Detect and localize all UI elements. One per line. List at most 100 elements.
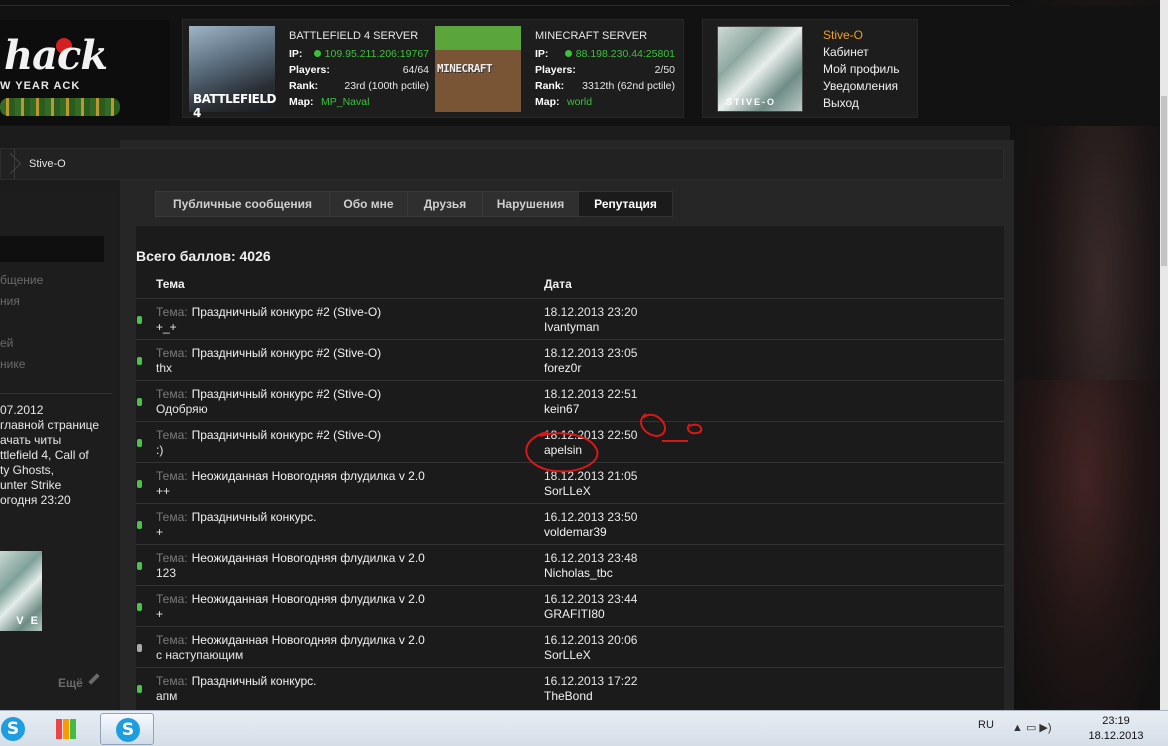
reputation-status-icon — [137, 685, 142, 693]
row-topic[interactable]: Тема: Праздничный конкурс #2 (Stive-O) — [156, 346, 381, 360]
row-topic[interactable]: Тема: Неожиданная Новогодняя флудилка v 2… — [156, 551, 425, 565]
sidebar-item[interactable]: ей — [0, 333, 43, 354]
taskbar-skype[interactable]: S — [100, 713, 154, 745]
row-comment: с наступающим — [156, 648, 244, 662]
row-topic[interactable]: Тема: Праздничный конкурс #2 (Stive-O) — [156, 428, 381, 442]
my-profile-link[interactable]: Мой профиль — [823, 61, 900, 78]
avatar[interactable]: STIVE-O — [717, 26, 803, 112]
clock-date: 18.12.2013 — [1088, 730, 1144, 742]
minecraft-server: MINECRAFT MINECRAFT SERVER IP: 88.198.23… — [435, 26, 675, 112]
server-players: 2/50 — [654, 64, 675, 76]
row-comment: ++ — [156, 484, 171, 498]
table-row: Тема: Праздничный конкурс #2 (Stive-O) Одо… — [136, 380, 1004, 421]
topic-title[interactable]: Праздничный конкурс #2 (Stive-O) — [192, 305, 382, 319]
breadcrumb-home-arrow[interactable] — [1, 149, 15, 179]
clock-time: 23:19 — [1102, 715, 1130, 727]
row-date: 16.12.2013 20:06 — [544, 633, 638, 647]
row-date: 16.12.2013 23:50 — [544, 510, 638, 524]
cabinet-link[interactable]: Кабинет — [823, 44, 900, 61]
row-user[interactable]: SorLLeX — [544, 648, 591, 662]
row-comment: апм — [156, 689, 178, 703]
username-link[interactable]: Stive-O — [823, 27, 900, 44]
row-topic[interactable]: Тема: Неожиданная Новогодняя флудилка v 2… — [156, 633, 425, 647]
minecraft-thumbnail[interactable]: MINECRAFT — [435, 26, 521, 112]
sidebar-item[interactable]: ния — [0, 291, 43, 312]
topic-title[interactable]: Неожиданная Новогодняя флудилка v 2.0 — [192, 551, 425, 565]
site-logo[interactable]: hack W YEAR ACK — [0, 20, 170, 125]
row-user[interactable]: voldemar39 — [544, 525, 607, 539]
tab-friends[interactable]: Друзья — [407, 191, 483, 217]
topic-title[interactable]: Праздничный конкурс #2 (Stive-O) — [192, 428, 382, 442]
row-topic[interactable]: Тема: Праздничный конкурс #2 (Stive-O) — [156, 305, 381, 319]
row-date: 18.12.2013 23:05 — [544, 346, 638, 360]
server-rank: 23rd (100th pctile) — [344, 80, 429, 92]
topic-prefix: Тема: — [156, 592, 188, 606]
row-date: 18.12.2013 23:20 — [544, 305, 638, 319]
reputation-status-icon — [137, 480, 142, 488]
page-scrollbar[interactable] — [1160, 0, 1168, 710]
row-topic[interactable]: Тема: Праздничный конкурс. — [156, 510, 317, 524]
topic-prefix: Тема: — [156, 551, 188, 565]
topic-title[interactable]: Неожиданная Новогодняя флудилка v 2.0 — [192, 469, 425, 483]
server-map: world — [567, 96, 593, 108]
row-user[interactable]: Nicholas_tbc — [544, 566, 613, 580]
topic-title[interactable]: Праздничный конкурс #2 (Stive-O) — [192, 387, 382, 401]
logout-link[interactable]: Выход — [823, 95, 900, 112]
server-ip[interactable]: 88.198.230.44:25801 — [564, 48, 675, 60]
notifications-link[interactable]: Уведомления — [823, 78, 900, 95]
taskbar-skype-left[interactable]: S — [0, 713, 40, 745]
row-user[interactable]: kein67 — [544, 402, 579, 416]
row-topic[interactable]: Тема: Неожиданная Новогодняя флудилка v 2… — [156, 469, 425, 483]
table-row: Тема: Праздничный конкурс. +16.12.2013 23:… — [136, 503, 1004, 544]
row-user[interactable]: TheBond — [544, 689, 593, 703]
user-menu: Stive-O Кабинет Мой профиль Уведомления … — [823, 27, 900, 112]
tab-reputation[interactable]: Репутация — [578, 191, 673, 217]
row-user[interactable]: apelsin — [544, 443, 582, 457]
more-button[interactable]: Ещё — [58, 676, 83, 690]
row-topic[interactable]: Тема: Праздничный конкурс. — [156, 674, 317, 688]
row-topic[interactable]: Тема: Неожиданная Новогодняя флудилка v 2… — [156, 592, 425, 606]
sidebar-item[interactable]: бщение — [0, 270, 43, 291]
column-header-date: Дата — [544, 277, 572, 291]
info-line: ачать читы — [0, 433, 62, 447]
row-user[interactable]: Ivantyman — [544, 320, 599, 334]
topic-prefix: Тема: — [156, 674, 188, 688]
topic-title[interactable]: Праздничный конкурс. — [192, 510, 317, 524]
row-date: 16.12.2013 23:44 — [544, 592, 638, 606]
tab-public-messages[interactable]: Публичные сообщения — [155, 191, 330, 217]
topic-title[interactable]: Праздничный конкурс #2 (Stive-O) — [192, 346, 382, 360]
column-header-topic: Тема — [156, 277, 185, 291]
row-comment: 123 — [156, 566, 177, 580]
avatar-caption: STIVE-O — [726, 97, 777, 107]
topic-title[interactable]: Праздничный конкурс. — [192, 674, 317, 688]
scrollbar-thumb[interactable] — [1161, 96, 1167, 266]
row-user[interactable]: forez0r — [544, 361, 581, 375]
system-clock[interactable]: 23:19 18.12.2013 — [1086, 714, 1146, 744]
topic-title[interactable]: Неожиданная Новогодняя флудилка v 2.0 — [192, 592, 425, 606]
tray-icons[interactable]: ▲ ▭ ▶) — [1012, 721, 1052, 734]
topic-prefix: Тема: — [156, 633, 188, 647]
sidebar-item[interactable]: нике — [0, 354, 43, 375]
tab-about[interactable]: Обо мне — [329, 191, 408, 217]
table-row: Тема: Неожиданная Новогодняя флудилка v 2… — [136, 544, 1004, 585]
logo-subtitle: W YEAR ACK — [0, 80, 81, 92]
server-rank: 3312th (62nd pctile) — [582, 80, 675, 92]
bf4-thumbnail[interactable]: BATTLEFIELD 4 — [189, 26, 276, 120]
row-date: 18.12.2013 21:05 — [544, 469, 638, 483]
reputation-status-icon — [137, 316, 142, 324]
logo-text: hack — [4, 32, 108, 79]
taskbar-apps[interactable] — [40, 713, 94, 745]
breadcrumb-current[interactable]: Stive-O — [29, 158, 66, 170]
reputation-status-icon — [137, 603, 142, 611]
topic-prefix: Тема: — [156, 428, 188, 442]
sidebar-avatar[interactable]: V E — [0, 551, 42, 631]
topic-title[interactable]: Неожиданная Новогодняя флудилка v 2.0 — [192, 633, 425, 647]
row-user[interactable]: SorLLeX — [544, 484, 591, 498]
row-user[interactable]: GRAFITI80 — [544, 607, 605, 621]
tab-violations[interactable]: Нарушения — [482, 191, 579, 217]
server-ip[interactable]: 109.95.211.206:19767 — [313, 48, 429, 60]
row-topic[interactable]: Тема: Праздничный конкурс #2 (Stive-O) — [156, 387, 381, 401]
language-indicator[interactable]: RU — [978, 719, 994, 731]
server-players: 64/64 — [402, 64, 429, 76]
